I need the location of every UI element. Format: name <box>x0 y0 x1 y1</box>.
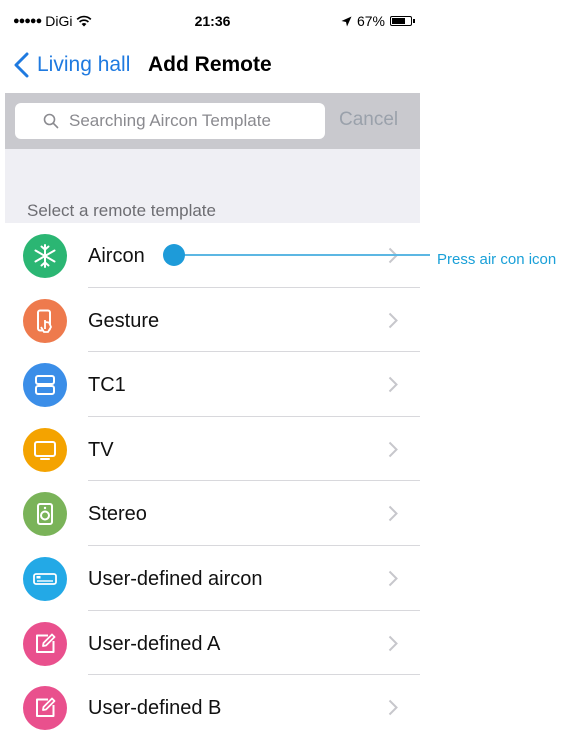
annotation-tap-marker <box>163 244 185 266</box>
template-label: TV <box>88 438 114 461</box>
template-list: Aircon Gesture TC1 TV Stereo User-define… <box>5 223 420 740</box>
template-row-tv[interactable]: TV <box>5 416 420 482</box>
chevron-right-icon <box>388 699 398 716</box>
annotation-callout: Press air con icon <box>437 251 557 268</box>
section-header: Select a remote template <box>5 149 420 223</box>
template-label: Gesture <box>88 309 160 332</box>
status-bar: ●●●●● DiGi 21:36 67% <box>5 0 420 40</box>
back-chevron-icon <box>14 52 29 78</box>
template-row-stereo[interactable]: Stereo <box>5 481 420 546</box>
template-row-user-defined-a[interactable]: User-defined A <box>5 610 420 676</box>
status-right-group: 67% <box>341 13 415 29</box>
back-label: Living hall <box>37 53 131 76</box>
battery-icon <box>390 16 415 26</box>
speaker-icon <box>23 492 67 537</box>
phone-screen: ●●●●● DiGi 21:36 67% Living hall Add Rem… <box>5 0 420 740</box>
chevron-right-icon <box>388 635 398 651</box>
template-row-user-defined-aircon[interactable]: User-defined aircon <box>5 545 420 611</box>
stacked-panels-icon <box>23 363 67 408</box>
template-label: User-defined aircon <box>88 567 263 590</box>
annotation-pointer-line <box>180 254 430 256</box>
chevron-right-icon <box>388 506 398 522</box>
template-row-user-defined-b[interactable]: User-defined B <box>5 675 420 740</box>
template-label: Aircon <box>88 245 145 267</box>
section-title: Select a remote template <box>27 201 216 220</box>
template-label: TC1 <box>88 374 126 397</box>
search-input[interactable] <box>67 110 321 132</box>
chevron-right-icon <box>388 441 398 457</box>
search-bar: Cancel <box>5 93 420 149</box>
back-button[interactable]: Living hall <box>13 52 130 78</box>
edit-icon <box>23 621 67 666</box>
tv-icon <box>23 427 67 472</box>
battery-percent: 67% <box>356 13 385 29</box>
phone-touch-icon <box>23 298 67 343</box>
location-arrow-icon <box>341 16 352 26</box>
edit-icon <box>23 686 67 731</box>
chevron-right-icon <box>388 570 398 587</box>
navigation-bar: Living hall Add Remote <box>5 40 420 90</box>
page-title: Add Remote <box>148 53 272 76</box>
search-field[interactable] <box>15 103 325 139</box>
template-row-gesture[interactable]: Gesture <box>5 287 420 353</box>
template-label: Stereo <box>88 503 147 526</box>
template-label: User-defined B <box>88 697 222 720</box>
chevron-right-icon <box>388 376 398 393</box>
search-icon <box>43 113 59 129</box>
template-label: User-defined A <box>88 632 221 655</box>
snowflake-icon <box>23 234 67 278</box>
aircon-unit-icon <box>23 556 67 601</box>
template-row-tc1[interactable]: TC1 <box>5 352 420 417</box>
chevron-right-icon <box>388 312 398 328</box>
cancel-button[interactable]: Cancel <box>339 109 398 131</box>
